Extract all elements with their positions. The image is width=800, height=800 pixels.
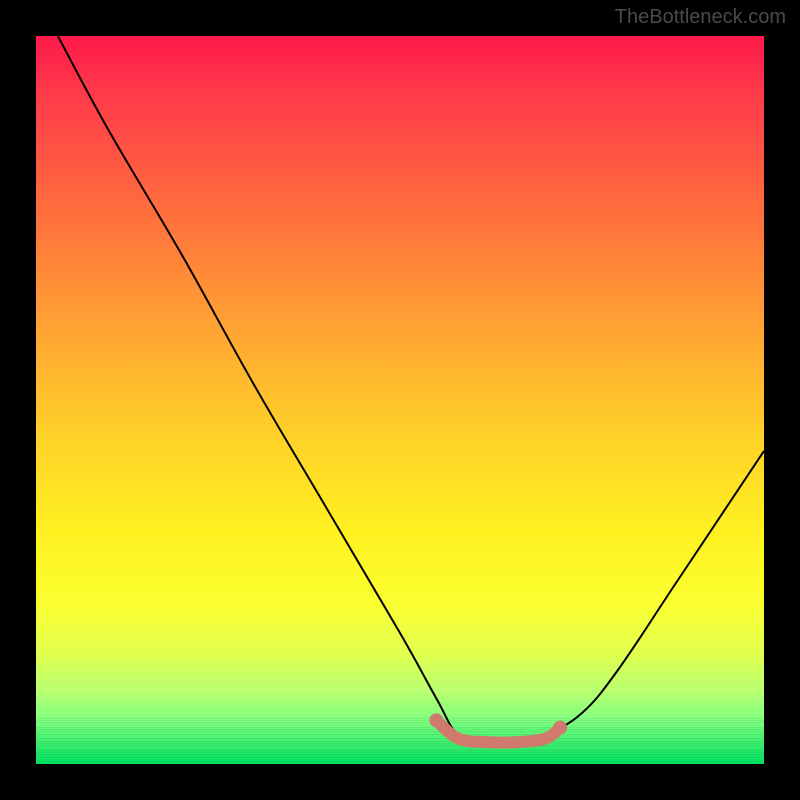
- chart-svg: [36, 36, 764, 764]
- watermark-text: TheBottleneck.com: [615, 6, 786, 29]
- optimal-zone-dot-left: [429, 713, 443, 727]
- optimal-zone-path: [436, 720, 560, 742]
- optimal-zone-dot-right: [553, 721, 567, 735]
- chart-plot-area: [36, 36, 764, 764]
- bottleneck-curve-path: [58, 36, 764, 743]
